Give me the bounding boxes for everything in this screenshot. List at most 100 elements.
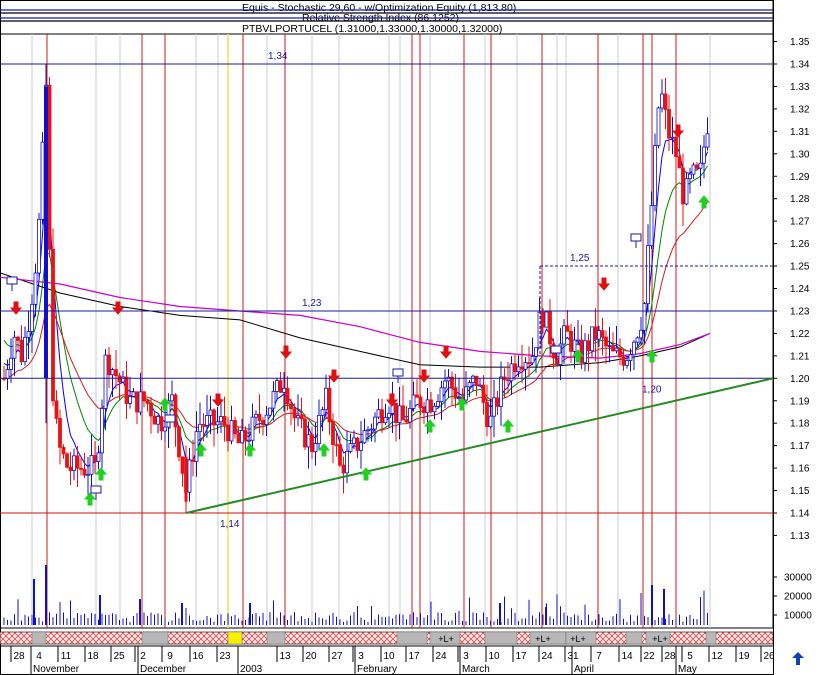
candle-body: [471, 375, 475, 383]
candle-body: [170, 394, 174, 402]
candle-body: [54, 400, 59, 419]
candle-body: [684, 178, 689, 205]
candle-body: [544, 311, 549, 328]
candle-body: [58, 418, 62, 448]
candle-body: [453, 387, 458, 399]
buy-arrow: [243, 443, 257, 457]
candle-body: [436, 401, 440, 407]
candle-body: [418, 396, 423, 409]
x-day-label: 16: [192, 651, 204, 662]
candle-body: [632, 341, 636, 356]
candle-body: [163, 426, 167, 432]
candle-body: [247, 439, 251, 442]
price-tick-label: 1.26: [790, 239, 810, 250]
candle-body: [33, 272, 38, 305]
candle-body: [411, 394, 416, 409]
x-day-label: 19: [738, 651, 750, 662]
candle-body: [254, 413, 258, 418]
candle-body: [667, 109, 671, 139]
x-day-label: 12: [711, 651, 723, 662]
price-tick-label: 1.18: [790, 419, 810, 430]
level-label: 1,14: [220, 519, 240, 530]
x-month-label: December: [140, 664, 187, 675]
candle-body: [604, 336, 608, 347]
candle-body: [107, 354, 111, 376]
candle-body: [215, 421, 220, 426]
candle-body: [191, 459, 195, 462]
candle-body: [618, 347, 622, 358]
x-day-label: 10: [383, 651, 395, 662]
x-day-label: 7: [596, 651, 602, 662]
axis-layer: 1.35 1.34 1.33 1.32 1.31 1.30 1.29 1.28 1.27 1.26…: [773, 37, 812, 622]
candle-body: [26, 331, 31, 338]
candle-body: [219, 416, 223, 423]
candle-body: [142, 391, 146, 402]
x-month-label: February: [357, 664, 397, 675]
level-label: 1,25: [570, 253, 590, 264]
x-day-label: 3: [463, 651, 469, 662]
candle-body: [443, 380, 447, 389]
candle-body: [352, 437, 356, 444]
x-day-label: 27: [331, 651, 343, 662]
candle-body: [534, 347, 538, 357]
candle-body: [205, 415, 209, 426]
candle-body: [597, 330, 601, 340]
candle-body: [369, 428, 374, 431]
candle-body: [103, 354, 108, 409]
x-day-label: 5: [687, 651, 693, 662]
candle-body: [495, 397, 500, 407]
candle-body: [117, 375, 122, 383]
candle-body: [446, 376, 451, 382]
x-day-label: 31: [567, 651, 579, 662]
candle-body: [212, 409, 216, 426]
candle-body: [366, 429, 370, 432]
candle-body: [16, 336, 20, 341]
candle-body: [404, 419, 409, 423]
candle-body: [9, 357, 13, 370]
candle-body: [61, 446, 66, 455]
signal-flag: [164, 414, 176, 423]
candle-body: [75, 455, 80, 469]
candle-body: [96, 452, 101, 462]
candle-body: [317, 414, 321, 445]
candle-body: [457, 397, 461, 400]
volume-tick-label: 10000: [784, 611, 812, 622]
x-day-label: 18: [87, 651, 99, 662]
candle-body: [376, 409, 381, 418]
signal-flag: [550, 345, 562, 354]
scroll-up-icon[interactable]: [792, 652, 804, 665]
candle-body: [576, 339, 580, 342]
price-chart[interactable]: 1,341,251,231,201,14 1.351.341.331.321.3…: [0, 0, 819, 675]
price-tick-label: 1.20: [790, 374, 810, 385]
candle-body: [124, 376, 129, 404]
candle-body: [520, 366, 524, 370]
candle-body: [222, 416, 227, 426]
buy-arrow: [501, 419, 515, 433]
x-month-label: April: [574, 664, 594, 675]
candle-body: [663, 93, 668, 110]
candle-body: [541, 311, 545, 328]
candle-body: [628, 354, 633, 361]
price-tick-label: 1.28: [790, 194, 810, 205]
x-day-label: 20: [305, 651, 317, 662]
candle-body: [114, 369, 118, 377]
x-day-label: 24: [541, 651, 553, 662]
price-tick-label: 1.17: [790, 441, 810, 452]
candle-body: [341, 464, 346, 474]
x-day-label: 26: [763, 651, 775, 662]
candle-body: [481, 384, 486, 403]
candle-body: [646, 245, 650, 305]
x-month-label: 2003: [240, 664, 263, 675]
plot-frame: [0, 0, 774, 675]
candle-body: [415, 394, 419, 398]
price-tick-label: 1.21: [790, 351, 810, 362]
candle-body: [292, 408, 297, 419]
candle-body: [565, 325, 570, 332]
candle-body: [233, 420, 237, 435]
signal-strip-segment: [705, 631, 717, 645]
candle-body: [625, 360, 629, 366]
candle-body: [506, 379, 510, 382]
candle-body: [40, 141, 45, 220]
candle-body: [152, 415, 157, 425]
candle-body: [642, 303, 647, 331]
